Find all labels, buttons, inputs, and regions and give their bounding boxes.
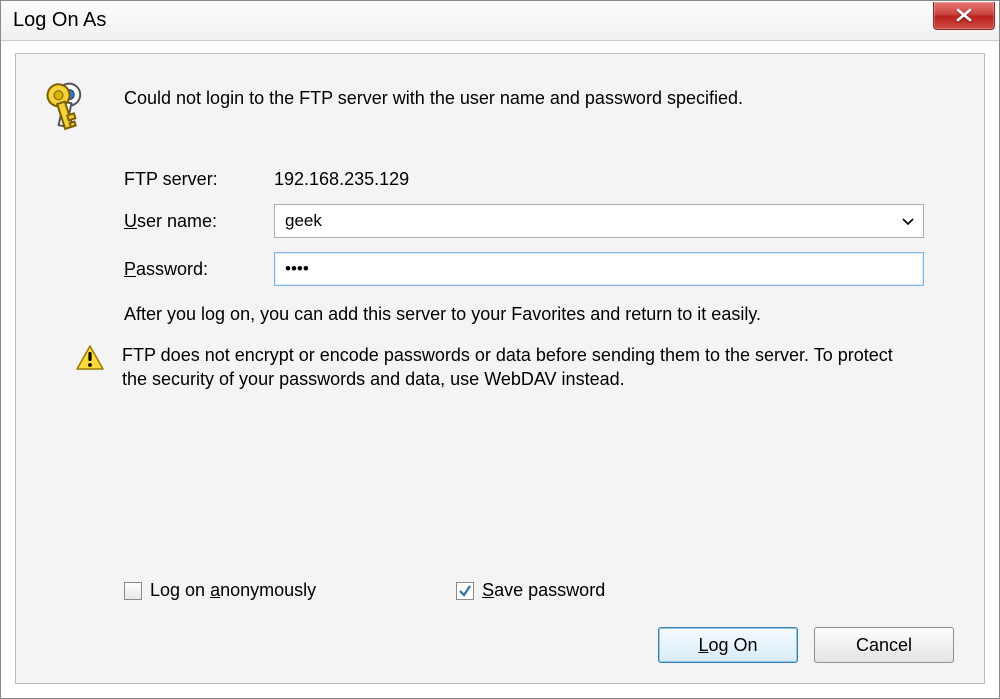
security-warning: FTP does not encrypt or encode passwords… bbox=[122, 343, 922, 392]
content-frame: Could not login to the FTP server with t… bbox=[15, 53, 985, 684]
warning-icon bbox=[76, 345, 106, 376]
username-label: User name: bbox=[124, 211, 274, 232]
close-icon bbox=[956, 8, 972, 22]
close-button[interactable] bbox=[933, 2, 995, 30]
cancel-button[interactable]: Cancel bbox=[814, 627, 954, 663]
keys-icon bbox=[46, 78, 100, 141]
save-password-checkbox-row[interactable]: Save password bbox=[456, 580, 605, 601]
check-icon bbox=[458, 584, 472, 598]
username-input[interactable] bbox=[274, 204, 924, 238]
ftp-server-value: 192.168.235.129 bbox=[274, 169, 409, 190]
error-message: Could not login to the FTP server with t… bbox=[124, 78, 743, 109]
window-title: Log On As bbox=[13, 9, 106, 32]
save-password-label: Save password bbox=[482, 580, 605, 601]
titlebar: Log On As bbox=[1, 1, 999, 41]
ftp-server-label: FTP server: bbox=[124, 169, 274, 190]
logon-button[interactable]: Log On bbox=[658, 627, 798, 663]
anonymous-checkbox[interactable] bbox=[124, 582, 142, 600]
dialog-window: Log On As bbox=[0, 0, 1000, 699]
anonymous-label: Log on anonymously bbox=[150, 580, 316, 601]
password-label: Password: bbox=[124, 259, 274, 280]
favorites-hint: After you log on, you can add this serve… bbox=[124, 304, 944, 325]
anonymous-checkbox-row[interactable]: Log on anonymously bbox=[124, 580, 316, 601]
password-input[interactable] bbox=[274, 252, 924, 286]
save-password-checkbox[interactable] bbox=[456, 582, 474, 600]
